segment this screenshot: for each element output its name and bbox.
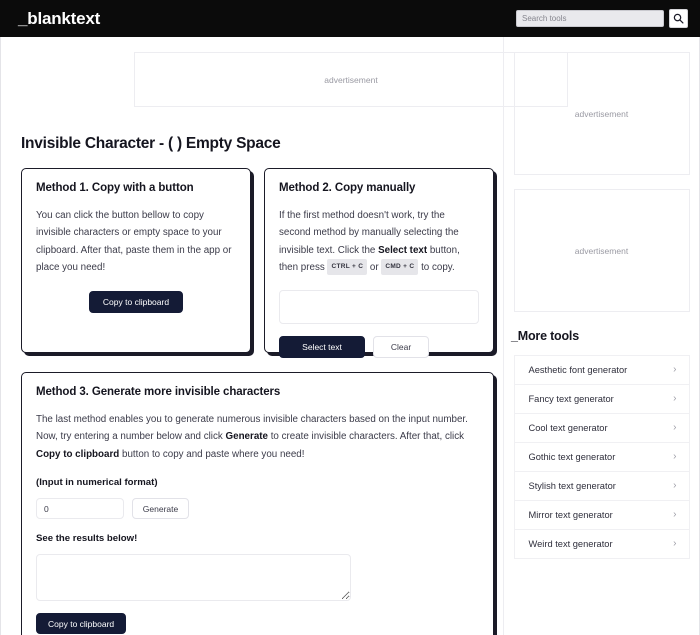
method-3-title: Method 3. Generate more invisible charac… [36, 386, 281, 398]
method-2-action-row: Select text Clear [279, 335, 479, 358]
sidebar-item-mirror-text-generator[interactable]: Mirror text generator › [514, 501, 689, 530]
method-3-number-input[interactable] [36, 498, 124, 520]
sidebar-item-label: Stylish text generator [528, 481, 616, 491]
ad-label: advertisement [324, 74, 378, 85]
method-2-clear-button[interactable]: Clear [373, 335, 429, 358]
method-1-body: You can click the button bellow to copy … [36, 210, 232, 274]
method-1-action-row: Copy to clipboard [36, 290, 236, 313]
chevron-right-icon: › [673, 422, 677, 433]
sidebar: advertisement advertisement _More tools … [503, 37, 699, 635]
method-1-card: Method 1. Copy with a button You can cli… [21, 168, 251, 353]
method-3-body-part-2: to create invisible characters. After th… [267, 431, 465, 443]
kbd-ctrl-c: CTRL + C [327, 259, 368, 275]
sidebar-item-aesthetic-font-generator[interactable]: Aesthetic font generator › [514, 356, 689, 385]
chevron-right-icon: › [673, 393, 677, 404]
method-2-select-text-button[interactable]: Select text [279, 335, 365, 358]
method-3-body: The last method enables you to generate … [36, 411, 479, 463]
ad-label: advertisement [574, 245, 629, 256]
sidebar-item-label: Mirror text generator [528, 510, 613, 520]
site-header: _blanktext [0, 0, 700, 37]
chevron-right-icon: › [673, 451, 677, 462]
header-search [516, 9, 688, 28]
sidebar-item-label: Weird text generator [528, 539, 613, 549]
sidebar-item-label: Cool text generator [528, 423, 608, 433]
method-3-results-label: See the results below! [36, 533, 138, 545]
sidebar-item-gothic-text-generator[interactable]: Gothic text generator › [514, 443, 689, 472]
sidebar-item-weird-text-generator[interactable]: Weird text generator › [514, 530, 689, 559]
ad-slot-sidebar-2: advertisement [513, 189, 690, 312]
chevron-right-icon: › [673, 364, 677, 375]
method-cards-row: Method 1. Copy with a button You can cli… [21, 168, 503, 358]
method-3-card: Method 3. Generate more invisible charac… [21, 372, 494, 635]
more-tools-list: Aesthetic font generator › Fancy text ge… [513, 355, 690, 559]
search-icon [673, 13, 684, 24]
chevron-right-icon: › [673, 538, 677, 549]
site-logo[interactable]: _blanktext [18, 9, 100, 29]
method-3-generate-emphasis: Generate [225, 431, 268, 443]
method-3-generate-button[interactable]: Generate [132, 498, 189, 520]
sidebar-item-fancy-text-generator[interactable]: Fancy text generator › [514, 385, 689, 414]
method-1-copy-to-clipboard-button[interactable]: Copy to clipboard [88, 290, 184, 313]
sidebar-heading: _More tools [511, 329, 579, 343]
method-3-results-textarea[interactable] [36, 554, 351, 602]
kbd-cmd-c: CMD + C [381, 259, 419, 275]
ad-label: advertisement [574, 108, 629, 119]
method-3-copy-to-clipboard-button[interactable]: Copy to clipboard [36, 613, 127, 635]
method-3-body-part-3: button to copy and paste where you need! [119, 448, 305, 460]
method-2-invisible-text-input[interactable] [279, 289, 479, 324]
method-3-copy-emphasis: Copy to clipboard [36, 448, 120, 460]
method-2-body-part-3: to copy. [418, 262, 455, 274]
method-1-title: Method 1. Copy with a button [36, 182, 194, 194]
method-2-card: Method 2. Copy manually If the first met… [264, 168, 494, 358]
main-content: advertisement Invisible Character - ( ) … [1, 37, 568, 635]
sidebar-item-label: Aesthetic font generator [528, 365, 628, 375]
method-2-title: Method 2. Copy manually [279, 182, 416, 194]
method-2-body: If the first method doesn't work, try th… [279, 207, 479, 277]
search-button[interactable] [669, 9, 688, 28]
method-3-input-row: Generate [36, 498, 479, 520]
sidebar-item-label: Fancy text generator [528, 394, 614, 404]
search-input[interactable] [516, 10, 664, 27]
method-2-select-text-emphasis: Select text [378, 244, 428, 256]
sidebar-item-label: Gothic text generator [528, 452, 616, 462]
page-title: Invisible Character - ( ) Empty Space [21, 135, 281, 152]
sidebar-item-cool-text-generator[interactable]: Cool text generator › [514, 414, 689, 443]
ad-slot-top: advertisement [134, 52, 568, 107]
method-3-input-label: (Input in numerical format) [36, 477, 158, 489]
method-2-body-or: or [367, 262, 382, 274]
page-body: advertisement Invisible Character - ( ) … [0, 37, 700, 635]
chevron-right-icon: › [673, 509, 677, 520]
sidebar-item-stylish-text-generator[interactable]: Stylish text generator › [514, 472, 689, 501]
chevron-right-icon: › [673, 480, 677, 491]
